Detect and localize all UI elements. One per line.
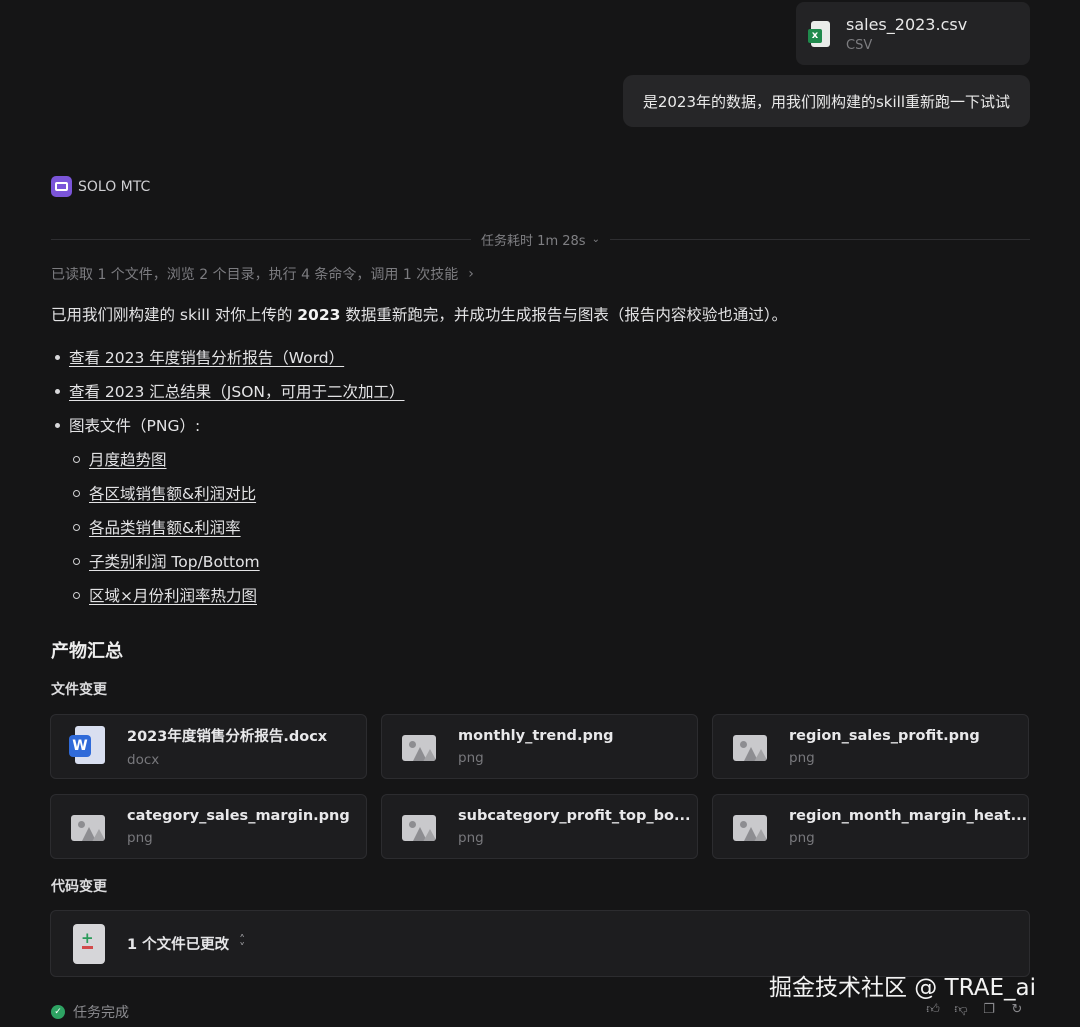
file-card[interactable]: region_month_margin_heat...png bbox=[712, 794, 1029, 859]
json-link[interactable]: 查看 2023 汇总结果（JSON，可用于二次加工） bbox=[69, 380, 405, 402]
retry-icon[interactable]: ↻ bbox=[1010, 1003, 1024, 1017]
file-card[interactable]: W 2023年度销售分析报告.docx docx bbox=[50, 714, 367, 779]
file-card[interactable]: monthly_trend.pngpng bbox=[381, 714, 698, 779]
check-circle-icon: ✓ bbox=[51, 1005, 65, 1019]
image-icon bbox=[400, 732, 436, 762]
task-status: ✓ 任务完成 bbox=[51, 1002, 129, 1022]
activity-stats[interactable]: 已读取 1 个文件，浏览 2 个目录，执行 4 条命令，调用 1 次技能 › bbox=[51, 264, 474, 284]
sub-list-item: 各区域销售额&利润对比 bbox=[51, 476, 405, 510]
image-icon bbox=[400, 812, 436, 842]
file-type: png bbox=[127, 829, 153, 846]
code-change-card[interactable]: + 1 个文件已更改 ˄ ˅ bbox=[50, 910, 1030, 977]
file-name: 2023年度销售分析报告.docx bbox=[127, 729, 328, 745]
file-name: monthly_trend.png bbox=[458, 727, 614, 744]
file-name: region_month_margin_heat... bbox=[789, 807, 1028, 824]
attachment-card[interactable]: x sales_2023.csv CSV bbox=[796, 2, 1030, 65]
image-icon bbox=[69, 812, 105, 842]
image-icon bbox=[731, 812, 767, 842]
code-change-label: 1 个文件已更改 bbox=[127, 937, 230, 953]
user-message: 是2023年的数据，用我们刚构建的skill重新跑一下试试 bbox=[622, 75, 1030, 127]
code-changes-title: 代码变更 bbox=[51, 879, 107, 895]
sub-list-item: 月度趋势图 bbox=[51, 442, 405, 476]
word-icon: W bbox=[69, 725, 105, 764]
task-status-label: 任务完成 bbox=[73, 1005, 129, 1021]
result-links: 查看 2023 年度销售分析报告（Word） 查看 2023 汇总结果（JSON… bbox=[51, 340, 405, 612]
file-card[interactable]: subcategory_profit_top_bo...png bbox=[381, 794, 698, 859]
agent-name: SOLO MTC bbox=[78, 178, 151, 195]
excel-file-icon: x bbox=[808, 20, 830, 47]
attachment-type: CSV bbox=[846, 37, 873, 53]
chart-link[interactable]: 月度趋势图 bbox=[89, 448, 167, 470]
chat-view: x sales_2023.csv CSV 是2023年的数据，用我们刚构建的sk… bbox=[0, 0, 1080, 1027]
file-card[interactable]: category_sales_margin.pngpng bbox=[50, 794, 367, 859]
summary-text: 已用我们刚构建的 skill 对你上传的 2023 数据重新跑完，并成功生成报告… bbox=[51, 306, 788, 324]
agent-logo-icon bbox=[51, 176, 72, 197]
file-grid: W 2023年度销售分析报告.docx docx monthly_trend.pn… bbox=[50, 714, 1030, 859]
chart-link[interactable]: 各区域销售额&利润对比 bbox=[89, 482, 256, 504]
sub-list-item: 各品类销售额&利润率 bbox=[51, 510, 405, 544]
task-time-divider: 任务耗时 1m 28s ⌄ bbox=[51, 229, 1030, 249]
diff-file-icon: + bbox=[73, 923, 105, 964]
list-item: 图表文件（PNG）: bbox=[51, 408, 405, 442]
activity-stats-label: 已读取 1 个文件，浏览 2 个目录，执行 4 条命令，调用 1 次技能 bbox=[51, 267, 459, 283]
charts-label: 图表文件（PNG）: bbox=[69, 417, 201, 435]
copy-icon[interactable]: ❐ bbox=[982, 1003, 996, 1017]
task-time-toggle[interactable]: 任务耗时 1m 28s ⌄ bbox=[471, 230, 610, 249]
file-type: png bbox=[458, 749, 484, 766]
chart-link[interactable]: 各品类销售额&利润率 bbox=[89, 516, 241, 538]
chevron-right-icon: › bbox=[468, 266, 474, 282]
expand-toggle-icon[interactable]: ˄ ˅ bbox=[239, 934, 245, 954]
sub-list-item: 区域×月份利润率热力图 bbox=[51, 578, 405, 612]
chart-link[interactable]: 子类别利润 Top/Bottom bbox=[89, 550, 260, 572]
file-type: docx bbox=[127, 752, 160, 768]
thumbs-up-icon[interactable]: 👍︎ bbox=[926, 1003, 940, 1017]
sub-list-item: 子类别利润 Top/Bottom bbox=[51, 544, 405, 578]
file-name: category_sales_margin.png bbox=[127, 807, 350, 824]
list-item: 查看 2023 年度销售分析报告（Word） bbox=[51, 340, 405, 374]
list-item: 查看 2023 汇总结果（JSON，可用于二次加工） bbox=[51, 374, 405, 408]
chevron-down-icon: ⌄ bbox=[591, 233, 600, 245]
file-name: region_sales_profit.png bbox=[789, 727, 980, 744]
outputs-title: 产物汇总 bbox=[51, 641, 123, 662]
file-card[interactable]: region_sales_profit.pngpng bbox=[712, 714, 1029, 779]
thumbs-down-icon[interactable]: 👎︎ bbox=[954, 1003, 968, 1017]
message-actions: 👍︎ 👎︎ ❐ ↻ bbox=[926, 1003, 1024, 1017]
file-type: png bbox=[789, 829, 815, 846]
watermark: 掘金技术社区 @ TRAE_ai bbox=[769, 975, 1036, 1001]
attachment-name: sales_2023.csv bbox=[846, 14, 968, 34]
task-time-label: 任务耗时 1m 28s bbox=[481, 233, 586, 249]
chart-link[interactable]: 区域×月份利润率热力图 bbox=[89, 584, 257, 606]
report-link[interactable]: 查看 2023 年度销售分析报告（Word） bbox=[69, 346, 344, 368]
file-type: png bbox=[458, 829, 484, 846]
image-icon bbox=[731, 732, 767, 762]
file-type: png bbox=[789, 749, 815, 766]
file-name: subcategory_profit_top_bo... bbox=[458, 807, 691, 824]
agent-header: SOLO MTC bbox=[51, 176, 150, 197]
file-changes-title: 文件变更 bbox=[51, 682, 107, 698]
